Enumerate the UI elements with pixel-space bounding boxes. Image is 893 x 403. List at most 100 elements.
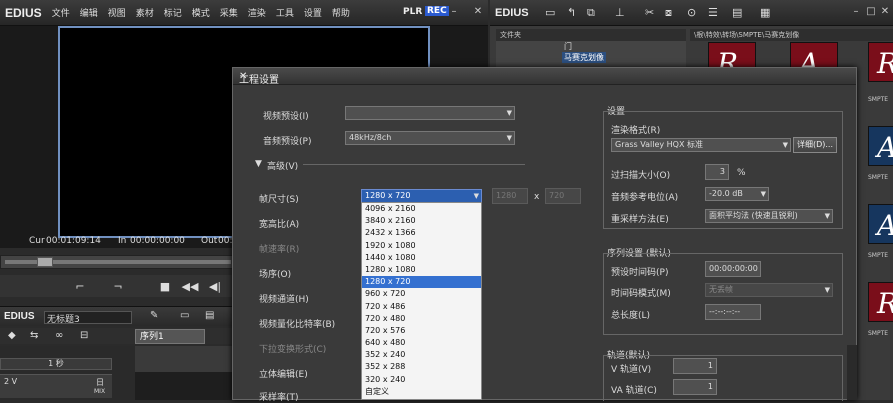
tc-mode-label: 时间码模式(M) <box>611 289 671 299</box>
frame-size-option[interactable]: 352 x 288 <box>362 361 481 373</box>
cur-label: Cur <box>29 236 45 246</box>
slider-knob[interactable] <box>37 257 53 267</box>
bin-minimize-icon[interactable]: – <box>850 6 862 18</box>
folder-icon[interactable]: ▭ <box>545 6 555 19</box>
frame-size-option[interactable]: 640 x 480 <box>362 337 481 349</box>
frame-size-option[interactable]: 4096 x 2160 <box>362 203 481 215</box>
menu-render[interactable]: 渲染 <box>248 6 266 19</box>
frame-size-option[interactable]: 720 x 480 <box>362 313 481 325</box>
tree-node-mosaic[interactable]: 马赛克划像 <box>562 52 606 63</box>
position-slider[interactable] <box>0 255 236 269</box>
frame-size-option[interactable]: 自定义 <box>362 386 481 398</box>
open-icon[interactable]: ▤ <box>205 310 214 321</box>
resample-select[interactable]: 面积平均法 (快速且锐利) ▼ <box>705 209 833 223</box>
menu-mode[interactable]: 模式 <box>192 6 210 19</box>
frame-size-option[interactable]: 3840 x 2160 <box>362 215 481 227</box>
effect-thumbnail[interactable]: R <box>868 42 893 82</box>
total-length-field[interactable]: --:--:--:-- <box>705 304 761 320</box>
menu-tools[interactable]: 工具 <box>276 6 294 19</box>
snap-icon[interactable]: ⊟ <box>80 330 88 341</box>
advanced-label[interactable]: 高级(V) <box>267 159 298 172</box>
frame-size-option[interactable]: 1440 x 1080 <box>362 252 481 264</box>
effect-thumbnail[interactable]: R <box>868 282 893 322</box>
bin-close-icon[interactable]: ✕ <box>879 6 891 18</box>
rec-mode-button[interactable]: REC <box>425 6 449 16</box>
va-track-field[interactable]: 1 <box>673 379 717 395</box>
minimize-icon[interactable]: – <box>448 6 460 18</box>
mark-out-icon[interactable]: ¬ <box>108 279 128 295</box>
dialog-scrollbar[interactable] <box>847 345 857 400</box>
render-format-select[interactable]: Grass Valley HQX 标准 ▼ <box>611 138 791 152</box>
timeline-header: EDIUS 无标题3 ✎ ▭ ▤ <box>0 306 236 326</box>
total-length-label: 总长度(L) <box>611 311 651 321</box>
dialog-titlebar[interactable]: 工程设置 ✕ <box>233 68 856 86</box>
stop-icon[interactable]: ■ <box>155 279 175 295</box>
zoom-level[interactable]: 1 秒 <box>0 358 112 370</box>
overscan-field[interactable]: 3 <box>705 164 729 180</box>
mode-icon[interactable]: ◆ <box>8 330 16 341</box>
samplerate-label: 采样率(T) <box>259 393 299 403</box>
frame-size-option[interactable]: 352 x 240 <box>362 349 481 361</box>
frame-size-option[interactable]: 720 x 486 <box>362 301 481 313</box>
v-track-label: V 轨道(V) <box>611 365 652 375</box>
plr-mode-button[interactable]: PLR <box>403 7 422 17</box>
track-header-2v[interactable]: 2 V 日 MIX <box>0 374 112 398</box>
menu-view[interactable]: 视图 <box>108 6 126 19</box>
frame-size-option[interactable]: 1280 x 720 <box>362 276 481 289</box>
palette-icon[interactable]: ▦ <box>760 6 770 19</box>
video-preset-select[interactable]: ▼ <box>345 106 515 120</box>
in-label: In <box>118 236 127 246</box>
frame-size-option[interactable]: 960 x 720 <box>362 288 481 300</box>
detail-button[interactable]: 详细(D)... <box>793 137 837 153</box>
zoom-icon[interactable]: ⊙ <box>687 6 696 19</box>
copy-icon[interactable]: ⧇ <box>665 6 672 20</box>
up-folder-icon[interactable]: ↰ <box>567 6 576 19</box>
bin-maximize-icon[interactable]: □ <box>865 6 877 18</box>
link-icon[interactable]: ∞ <box>55 330 63 341</box>
menu-settings[interactable]: 设置 <box>304 6 322 19</box>
track-body[interactable] <box>135 372 236 400</box>
advanced-toggle-icon[interactable]: ▼ <box>255 159 262 169</box>
menu-help[interactable]: 帮助 <box>332 6 350 19</box>
timeline-ruler[interactable] <box>135 346 236 372</box>
preset-tc-field[interactable]: 00:00:00:00 <box>705 261 761 277</box>
v-track-field[interactable]: 1 <box>673 358 717 374</box>
menu-bar: EDIUS 文件 编辑 视图 素材 标记 模式 采集 渲染 工具 设置 帮助 P… <box>0 0 488 26</box>
tc-mode-select[interactable]: 无丢帧 ▼ <box>705 283 833 297</box>
menu-capture[interactable]: 采集 <box>220 6 238 19</box>
frame-size-option[interactable]: 2432 x 1366 <box>362 227 481 239</box>
menu-edit[interactable]: 编辑 <box>80 6 98 19</box>
sync-icon[interactable]: ⇆ <box>30 330 38 341</box>
menu-file[interactable]: 文件 <box>52 6 70 19</box>
menu-clip[interactable]: 素材 <box>136 6 154 19</box>
cut-icon[interactable]: ✂ <box>645 6 654 19</box>
new-sequence-icon[interactable]: ▭ <box>180 310 189 321</box>
frame-size-option[interactable]: 720 x 576 <box>362 325 481 337</box>
frame-size-option[interactable]: 1920 x 1080 <box>362 240 481 252</box>
tab-sequence-1[interactable]: 序列1 <box>135 329 205 344</box>
rewind-icon[interactable]: ◀◀ <box>180 279 200 295</box>
audio-preset-select[interactable]: 48kHz/8ch ▼ <box>345 131 515 145</box>
height-field[interactable]: 720 <box>545 188 581 204</box>
effect-thumbnail[interactable]: A <box>868 204 893 244</box>
frame-size-option[interactable]: 320 x 240 <box>362 374 481 386</box>
divider <box>303 164 525 165</box>
preset-tc-label: 预设时间码(P) <box>611 268 669 278</box>
close-icon[interactable]: ✕ <box>472 6 484 18</box>
list-icon[interactable]: ▤ <box>732 6 742 19</box>
view-icon[interactable]: ☰ <box>708 6 718 19</box>
effect-icon[interactable]: ⧉ <box>587 6 595 20</box>
mark-in-icon[interactable]: ⌐ <box>70 279 90 295</box>
frame-size-option[interactable]: 1280 x 1080 <box>362 264 481 276</box>
adjust-icon[interactable]: ⊥ <box>615 6 625 19</box>
step-back-icon[interactable]: ◀| <box>205 279 225 295</box>
audio-ref-select[interactable]: -20.0 dB ▼ <box>705 187 769 201</box>
tree-node-door[interactable]: 门 <box>564 41 572 52</box>
effect-thumbnail[interactable]: A <box>868 126 893 166</box>
frame-size-select[interactable]: 1280 x 720 ▼ <box>361 189 482 203</box>
width-field[interactable]: 1280 <box>492 188 528 204</box>
menu-marker[interactable]: 标记 <box>164 6 182 19</box>
dialog-close-icon[interactable]: ✕ <box>239 71 852 82</box>
track-lock-icon[interactable]: 日 <box>96 377 104 388</box>
tool-icon[interactable]: ✎ <box>150 310 158 321</box>
